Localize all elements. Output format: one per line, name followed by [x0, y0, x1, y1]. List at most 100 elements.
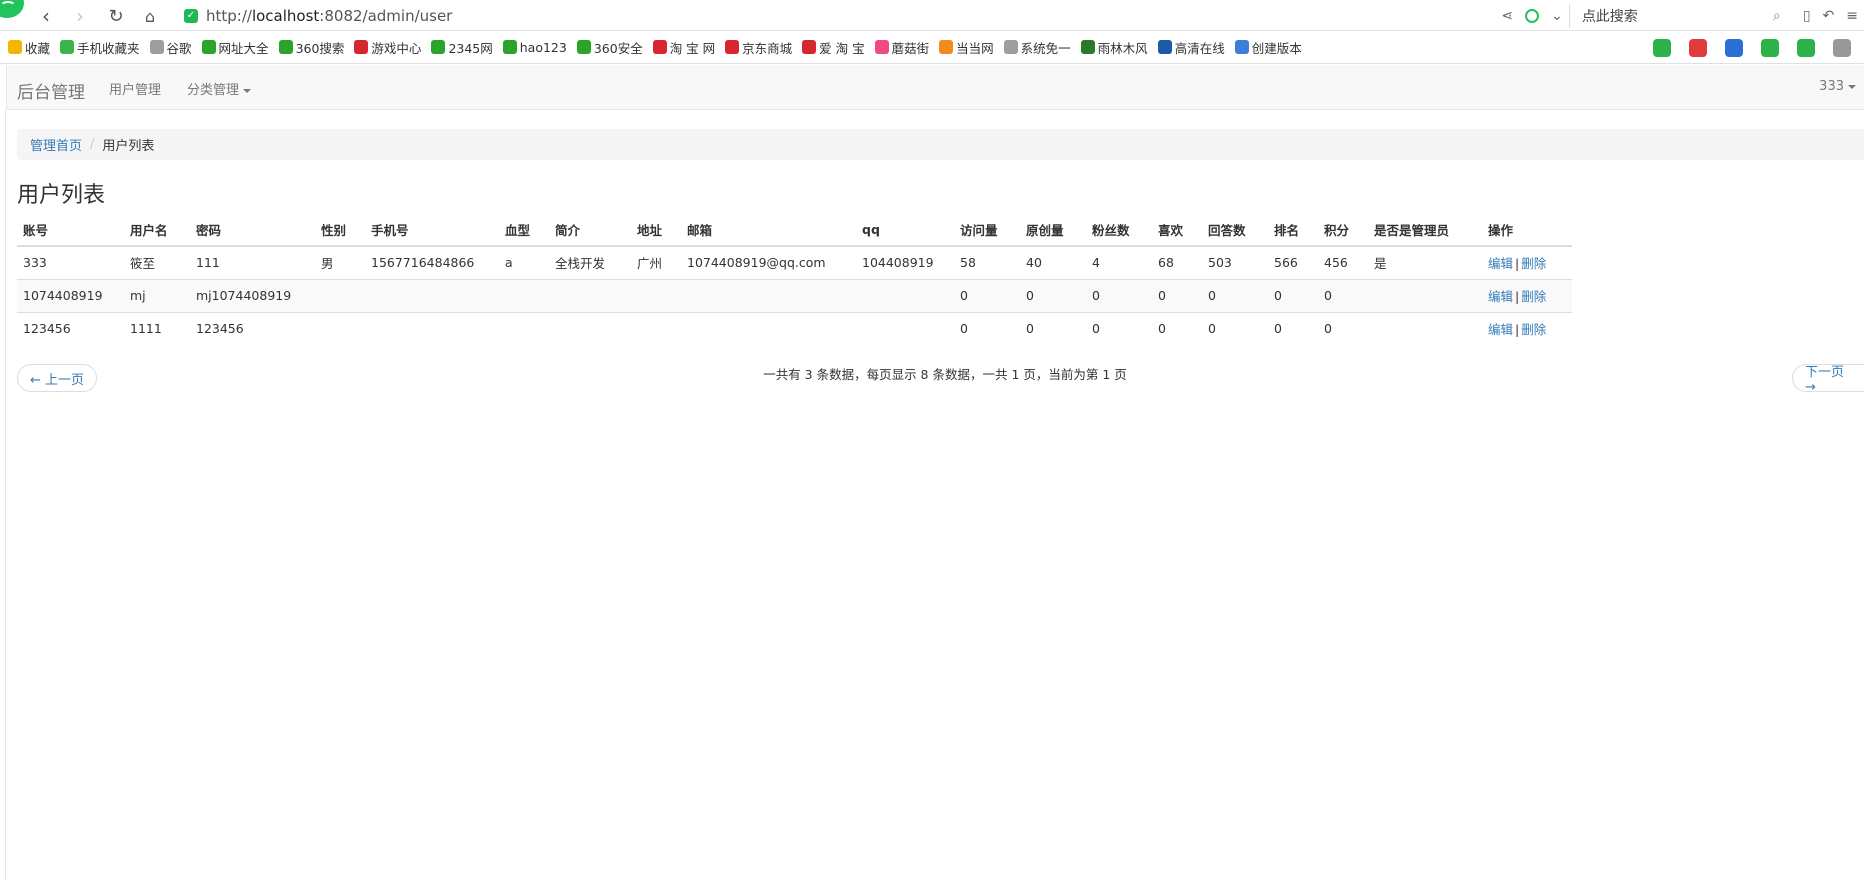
magnifier-icon[interactable]	[1725, 38, 1743, 57]
table-cell: 0	[1202, 311, 1268, 345]
table-cell: 0	[1318, 311, 1368, 345]
delete-link[interactable]: 删除	[1521, 289, 1546, 304]
back-icon[interactable]: ‹	[34, 4, 58, 28]
screenshot-icon[interactable]	[1689, 38, 1707, 57]
delete-link[interactable]: 删除	[1521, 322, 1546, 337]
bookmark-icon	[802, 40, 817, 54]
bookmark-item[interactable]: 高清在线	[1157, 38, 1225, 57]
column-header: 账号	[17, 214, 124, 247]
table-cell: 筱至	[124, 246, 190, 279]
delete-link[interactable]: 删除	[1521, 256, 1546, 271]
nav-category-label: 分类管理	[187, 83, 240, 98]
table-cell: 0	[1086, 278, 1152, 312]
bookmark-item[interactable]: 2345网	[431, 38, 493, 57]
bookmark-item[interactable]: 创建版本	[1234, 38, 1302, 57]
breadcrumb-current: 用户列表	[102, 139, 155, 154]
url-field[interactable]: ✓ http://localhost:8082/admin/user	[184, 3, 1484, 28]
table-cell: 333	[17, 246, 124, 279]
table-cell: 1567716484866	[365, 246, 499, 279]
column-header: 原创量	[1020, 214, 1086, 247]
bookmark-label: 360安全	[593, 40, 643, 56]
bookmark-label: 京东商城	[742, 40, 793, 56]
bookmark-icon	[1157, 40, 1172, 54]
table-header-row: 账号 用户名 密码 性别 手机号 血型 简介 地址 邮箱 qq 访问量 原创量 粉丝数 喜欢 回答数 排名 积分…	[17, 214, 1572, 247]
bookmark-icon	[1234, 40, 1249, 54]
table-cell	[856, 278, 954, 312]
bookmark-item[interactable]: hao123	[502, 40, 567, 55]
chevron-down-icon[interactable]: ⌄	[1551, 8, 1563, 24]
bookmark-icon	[354, 40, 369, 54]
table-cell: 566	[1268, 246, 1318, 279]
table-cell: 1111	[124, 311, 190, 345]
nav-user-management[interactable]: 用户管理	[109, 79, 161, 98]
table-cell: 58	[954, 246, 1020, 279]
tablet-icon[interactable]: ▯	[1803, 8, 1811, 24]
browser-engine-icon[interactable]	[1525, 8, 1540, 23]
bookmark-item[interactable]: 360安全	[576, 38, 643, 57]
extension-icon[interactable]	[1653, 38, 1671, 57]
table-cell	[499, 311, 549, 345]
bookmark-label: 淘 宝 网	[669, 40, 716, 56]
bookmark-item[interactable]: 360搜索	[278, 38, 344, 57]
bookmark-label: 2345网	[448, 40, 493, 56]
bookmark-item[interactable]: 游戏中心	[354, 38, 421, 57]
bookmark-item[interactable]: 网址大全	[201, 38, 269, 57]
bookmark-item[interactable]: 谷歌	[149, 38, 192, 57]
table-cell: 111	[190, 246, 315, 279]
edit-link[interactable]: 编辑	[1488, 256, 1513, 271]
nav-user-menu[interactable]: 333	[1819, 79, 1856, 94]
table-cell	[856, 311, 954, 345]
share-icon[interactable]: ⋖	[1501, 8, 1513, 24]
table-cell	[1368, 311, 1482, 345]
bookmark-item[interactable]: 淘 宝 网	[652, 38, 716, 57]
column-header: 排名	[1268, 214, 1318, 247]
action-separator: |	[1515, 256, 1520, 272]
column-header: 回答数	[1202, 214, 1268, 247]
table-body: 333 筱至 111 男 1567716484866 a 全栈开发 广州 1074408919@…	[17, 246, 1572, 345]
bookmark-item[interactable]: 爱 淘 宝	[802, 38, 865, 57]
table-row: 1074408919 mj mj1074408919 0 0 0 0 0 0 0 编辑 | 删除	[17, 278, 1572, 312]
bookmark-item[interactable]: 当当网	[939, 38, 994, 57]
bookmark-item[interactable]: 雨林木风	[1080, 38, 1148, 57]
next-page-button[interactable]: 下一页 →	[1792, 364, 1864, 395]
bookmark-label: 当当网	[956, 40, 994, 56]
pagination-info: 一共有 3 条数据，每页显示 8 条数据，一共 1 页，当前为第 1 页	[763, 367, 1127, 382]
bookmark-icon	[725, 40, 740, 54]
bookmark-label: 蘑菇街	[891, 40, 930, 56]
wallet-icon[interactable]	[1797, 38, 1815, 57]
action-separator: |	[1515, 289, 1520, 304]
reload-icon[interactable]: ↻	[104, 4, 128, 28]
column-header: 地址	[631, 214, 681, 247]
bookmark-icon	[1003, 40, 1018, 54]
bookmark-item[interactable]: 蘑菇街	[874, 38, 930, 57]
search-input[interactable]: 点此搜索 ⌕	[1568, 3, 1789, 28]
search-icon[interactable]: ⌕	[1773, 8, 1781, 24]
address-bar-tools: ⋖ ⌄ 点此搜索 ⌕ ▯ ↶ ≡	[1495, 0, 1864, 31]
apps-icon[interactable]	[1833, 38, 1851, 57]
breadcrumb-home-link[interactable]: 管理首页	[30, 135, 82, 154]
forward-icon[interactable]: ›	[68, 4, 92, 28]
bookmark-icon	[431, 40, 446, 54]
table-cell: 4	[1086, 246, 1152, 279]
table-cell: a	[499, 246, 549, 279]
home-icon[interactable]: ⌂	[138, 4, 162, 28]
bookmark-item[interactable]: 京东商城	[725, 38, 792, 57]
table-cell	[315, 278, 365, 312]
brand-link[interactable]: 后台管理	[17, 78, 85, 103]
bookmark-item[interactable]: 手机收藏夹	[60, 38, 140, 57]
bookmark-item[interactable]: 系统免一	[1003, 38, 1071, 57]
edit-link[interactable]: 编辑	[1488, 289, 1513, 304]
nav-category-management[interactable]: 分类管理	[187, 79, 252, 98]
edit-link[interactable]: 编辑	[1488, 322, 1513, 337]
column-header: 喜欢	[1152, 214, 1202, 247]
menu-icon[interactable]: ≡	[1846, 8, 1858, 24]
game-icon[interactable]	[1761, 38, 1779, 57]
table-cell	[549, 311, 631, 345]
users-table: 账号 用户名 密码 性别 手机号 血型 简介 地址 邮箱 qq 访问量 原创量 粉丝数 喜欢 回答数 排名 积分…	[17, 214, 1572, 345]
bookmark-label: 手机收藏夹	[77, 40, 140, 56]
bookmark-label: 爱 淘 宝	[819, 40, 865, 56]
bookmark-item[interactable]: 收藏	[8, 38, 50, 57]
table-cell: 1074408919	[17, 278, 124, 312]
bookmarks-bar: 收藏 手机收藏夹 谷歌 网址大全 360搜索 游戏中心 2345网 hao123 360安全 淘 …	[0, 31, 1864, 64]
undo-icon[interactable]: ↶	[1823, 8, 1835, 24]
